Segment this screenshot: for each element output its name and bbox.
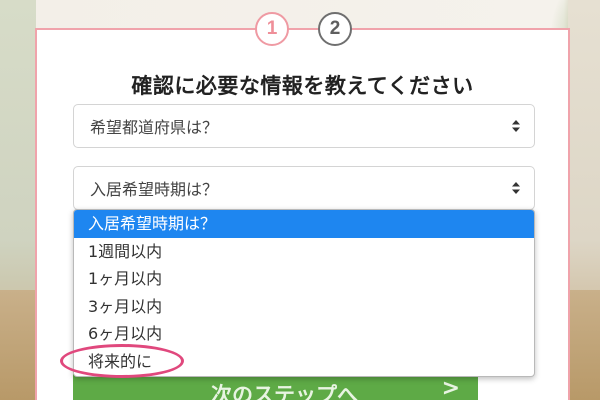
sort-updown-icon	[512, 120, 520, 132]
prefecture-select-value: 希望都道府県は？	[90, 118, 219, 137]
dropdown-option[interactable]: 6ヶ月以内	[74, 320, 534, 348]
sort-updown-icon	[512, 182, 520, 194]
next-step-button-label: 次のステップへ	[211, 383, 358, 400]
chevron-right-icon: >	[441, 376, 460, 400]
move-in-time-select[interactable]: 入居希望時期は？	[73, 166, 535, 210]
prefecture-select[interactable]: 希望都道府県は？	[73, 104, 535, 148]
step-indicator-1: 1	[255, 12, 289, 46]
next-step-button[interactable]: 次のステップへ >	[73, 374, 478, 400]
step-number: 1	[266, 18, 278, 39]
step-indicator-2: 2	[318, 12, 352, 46]
dropdown-option[interactable]: 1ヶ月以内	[74, 265, 534, 293]
move-in-time-select-value: 入居希望時期は？	[90, 180, 219, 199]
form-title: 確認に必要な情報を教えてください	[131, 74, 474, 98]
highlight-ring	[60, 344, 184, 378]
dropdown-option[interactable]: 1週間以内	[74, 238, 534, 266]
dropdown-option[interactable]: 3ヶ月以内	[74, 293, 534, 321]
dropdown-option[interactable]: 入居希望時期は？	[74, 210, 534, 238]
step-number: 2	[329, 18, 341, 39]
